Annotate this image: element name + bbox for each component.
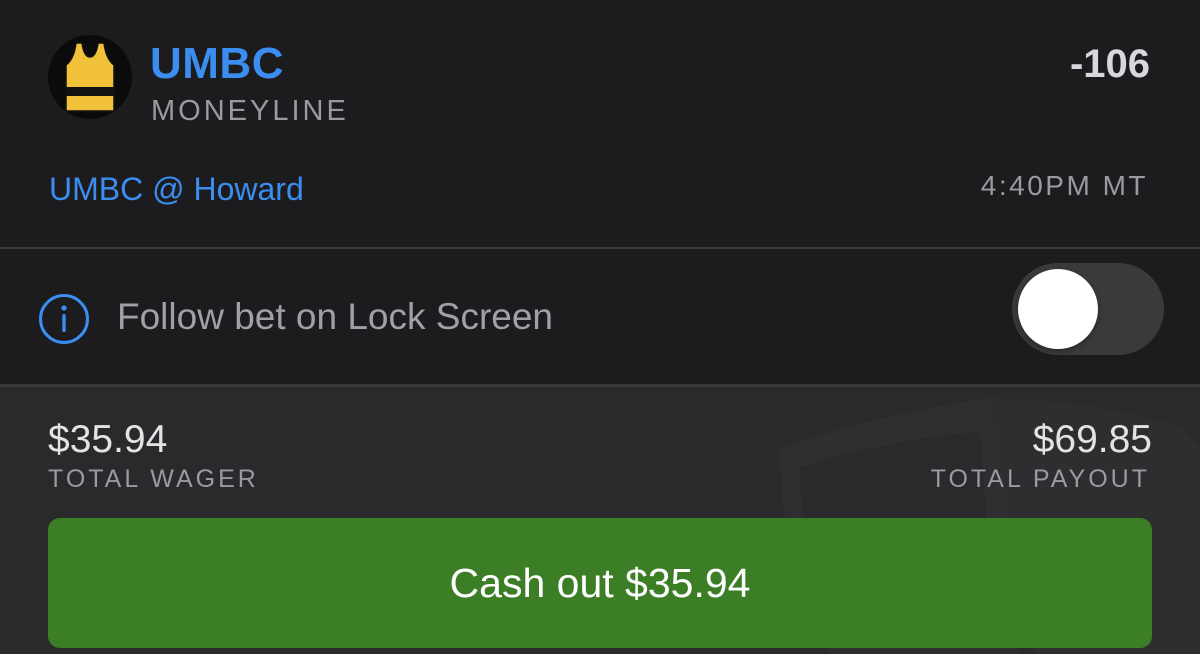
follow-bet-row: Follow bet on Lock Screen xyxy=(0,249,1200,384)
team-name: UMBC xyxy=(150,39,284,88)
matchup-link[interactable]: UMBC @ Howard xyxy=(49,170,304,208)
lock-screen-toggle[interactable] xyxy=(1012,263,1164,355)
toggle-knob xyxy=(1018,269,1098,349)
market-type: MONEYLINE xyxy=(151,95,349,127)
total-wager-label: TOTAL WAGER xyxy=(48,465,259,493)
total-wager-amount: $35.94 xyxy=(48,418,168,461)
bet-header-section: UMBC MONEYLINE -106 UMBC @ Howard 4:40PM… xyxy=(0,0,1200,247)
total-payout-amount: $69.85 xyxy=(1032,418,1152,461)
info-icon[interactable] xyxy=(38,293,90,345)
game-time: 4:40PM MT xyxy=(980,170,1148,201)
team-avatar xyxy=(48,35,132,119)
cash-out-button[interactable]: Cash out $35.94 xyxy=(48,518,1152,648)
bet-detail-screen: UMBC MONEYLINE -106 UMBC @ Howard 4:40PM… xyxy=(0,0,1200,654)
basketball-jersey-icon xyxy=(65,42,115,112)
total-payout-label: TOTAL PAYOUT xyxy=(930,465,1150,493)
follow-bet-label: Follow bet on Lock Screen xyxy=(117,296,554,337)
wager-section: $35.94 TOTAL WAGER $69.85 TOTAL PAYOUT C… xyxy=(0,387,1200,654)
odds-value: -106 xyxy=(1069,42,1150,86)
